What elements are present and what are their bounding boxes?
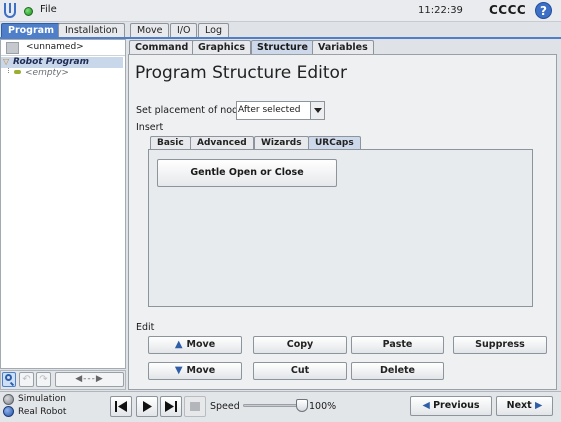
- simulation-label[interactable]: Simulation: [18, 394, 66, 404]
- tab-io[interactable]: I/O: [170, 23, 198, 38]
- real-robot-label[interactable]: Real Robot: [18, 407, 66, 417]
- robot-name: CCCC: [489, 3, 527, 17]
- cut-button[interactable]: Cut: [253, 362, 347, 380]
- tree-divider: [1, 55, 125, 56]
- delete-button[interactable]: Delete: [351, 362, 444, 380]
- real-robot-radio[interactable]: [3, 406, 14, 417]
- undo-button[interactable]: ↶: [19, 372, 34, 387]
- move-up-button[interactable]: ▲ Move: [148, 336, 242, 354]
- rewind-button[interactable]: [110, 396, 132, 417]
- previous-button[interactable]: ◀ Previous: [410, 396, 492, 416]
- placement-value[interactable]: After selected: [238, 105, 300, 115]
- tree-connector: [8, 68, 9, 73]
- arrow-left-icon: ◀: [422, 400, 434, 411]
- tab-graphics[interactable]: Graphics: [192, 40, 251, 54]
- move-node-button[interactable]: ◀---▶: [55, 372, 124, 387]
- speed-slider-handle[interactable]: [296, 399, 308, 412]
- gentle-open-close-button[interactable]: Gentle Open or Close: [157, 159, 337, 187]
- arrow-up-icon: ▲: [174, 339, 183, 350]
- tab-structure[interactable]: Structure: [251, 40, 314, 54]
- file-menu[interactable]: File: [40, 4, 57, 15]
- search-icon: [5, 374, 12, 381]
- play-icon: [143, 401, 152, 412]
- placement-label: Set placement of node: [136, 105, 244, 116]
- insert-label: Insert: [136, 122, 164, 133]
- tree-expand-icon[interactable]: ▽: [3, 57, 9, 66]
- tab-log[interactable]: Log: [198, 23, 229, 38]
- tab-urcaps[interactable]: URCaps: [308, 136, 361, 149]
- arrow-down-icon: ▼: [174, 365, 183, 376]
- simulation-radio[interactable]: [3, 394, 14, 405]
- arrow-right-icon: ▶: [531, 400, 543, 411]
- stop-button[interactable]: [184, 396, 206, 417]
- chevron-down-icon[interactable]: [310, 102, 324, 119]
- play-button[interactable]: [136, 396, 158, 417]
- tab-advanced[interactable]: Advanced: [190, 136, 254, 149]
- tab-program[interactable]: Program: [1, 23, 61, 38]
- tree-root-label[interactable]: Robot Program: [13, 57, 89, 67]
- step-button[interactable]: [160, 396, 182, 417]
- ur-logo-icon: [4, 3, 16, 18]
- tab-command[interactable]: Command: [129, 40, 195, 54]
- program-file-name: <unnamed>: [26, 42, 84, 52]
- tab-variables[interactable]: Variables: [312, 40, 374, 54]
- clock: 11:22:39: [418, 5, 463, 16]
- tab-basic[interactable]: Basic: [150, 136, 191, 149]
- speed-value: 100%: [309, 401, 337, 412]
- help-icon[interactable]: ?: [535, 2, 552, 19]
- stop-icon: [190, 402, 200, 411]
- speed-label: Speed: [210, 401, 240, 412]
- edit-label: Edit: [136, 322, 155, 333]
- redo-button[interactable]: ↷: [36, 372, 51, 387]
- move-down-button[interactable]: ▼ Move: [148, 362, 242, 380]
- tab-wizards[interactable]: Wizards: [254, 136, 309, 149]
- copy-button[interactable]: Copy: [253, 336, 347, 354]
- tab-installation[interactable]: Installation: [58, 23, 125, 38]
- suppress-button[interactable]: Suppress: [453, 336, 547, 354]
- skip-back-icon: [115, 401, 127, 412]
- tab-move[interactable]: Move: [130, 23, 170, 38]
- skip-forward-icon: [165, 401, 177, 412]
- tree-child-empty[interactable]: <empty>: [25, 68, 69, 78]
- empty-node-icon: [14, 70, 21, 74]
- robot-status-icon: [24, 7, 33, 16]
- title-bar: [0, 0, 561, 22]
- page-title: Program Structure Editor: [135, 63, 347, 83]
- program-tree-panel: [0, 39, 126, 369]
- search-button[interactable]: [2, 372, 16, 387]
- paste-button[interactable]: Paste: [351, 336, 444, 354]
- program-file-icon: [6, 42, 19, 54]
- next-button[interactable]: Next ▶: [496, 396, 553, 416]
